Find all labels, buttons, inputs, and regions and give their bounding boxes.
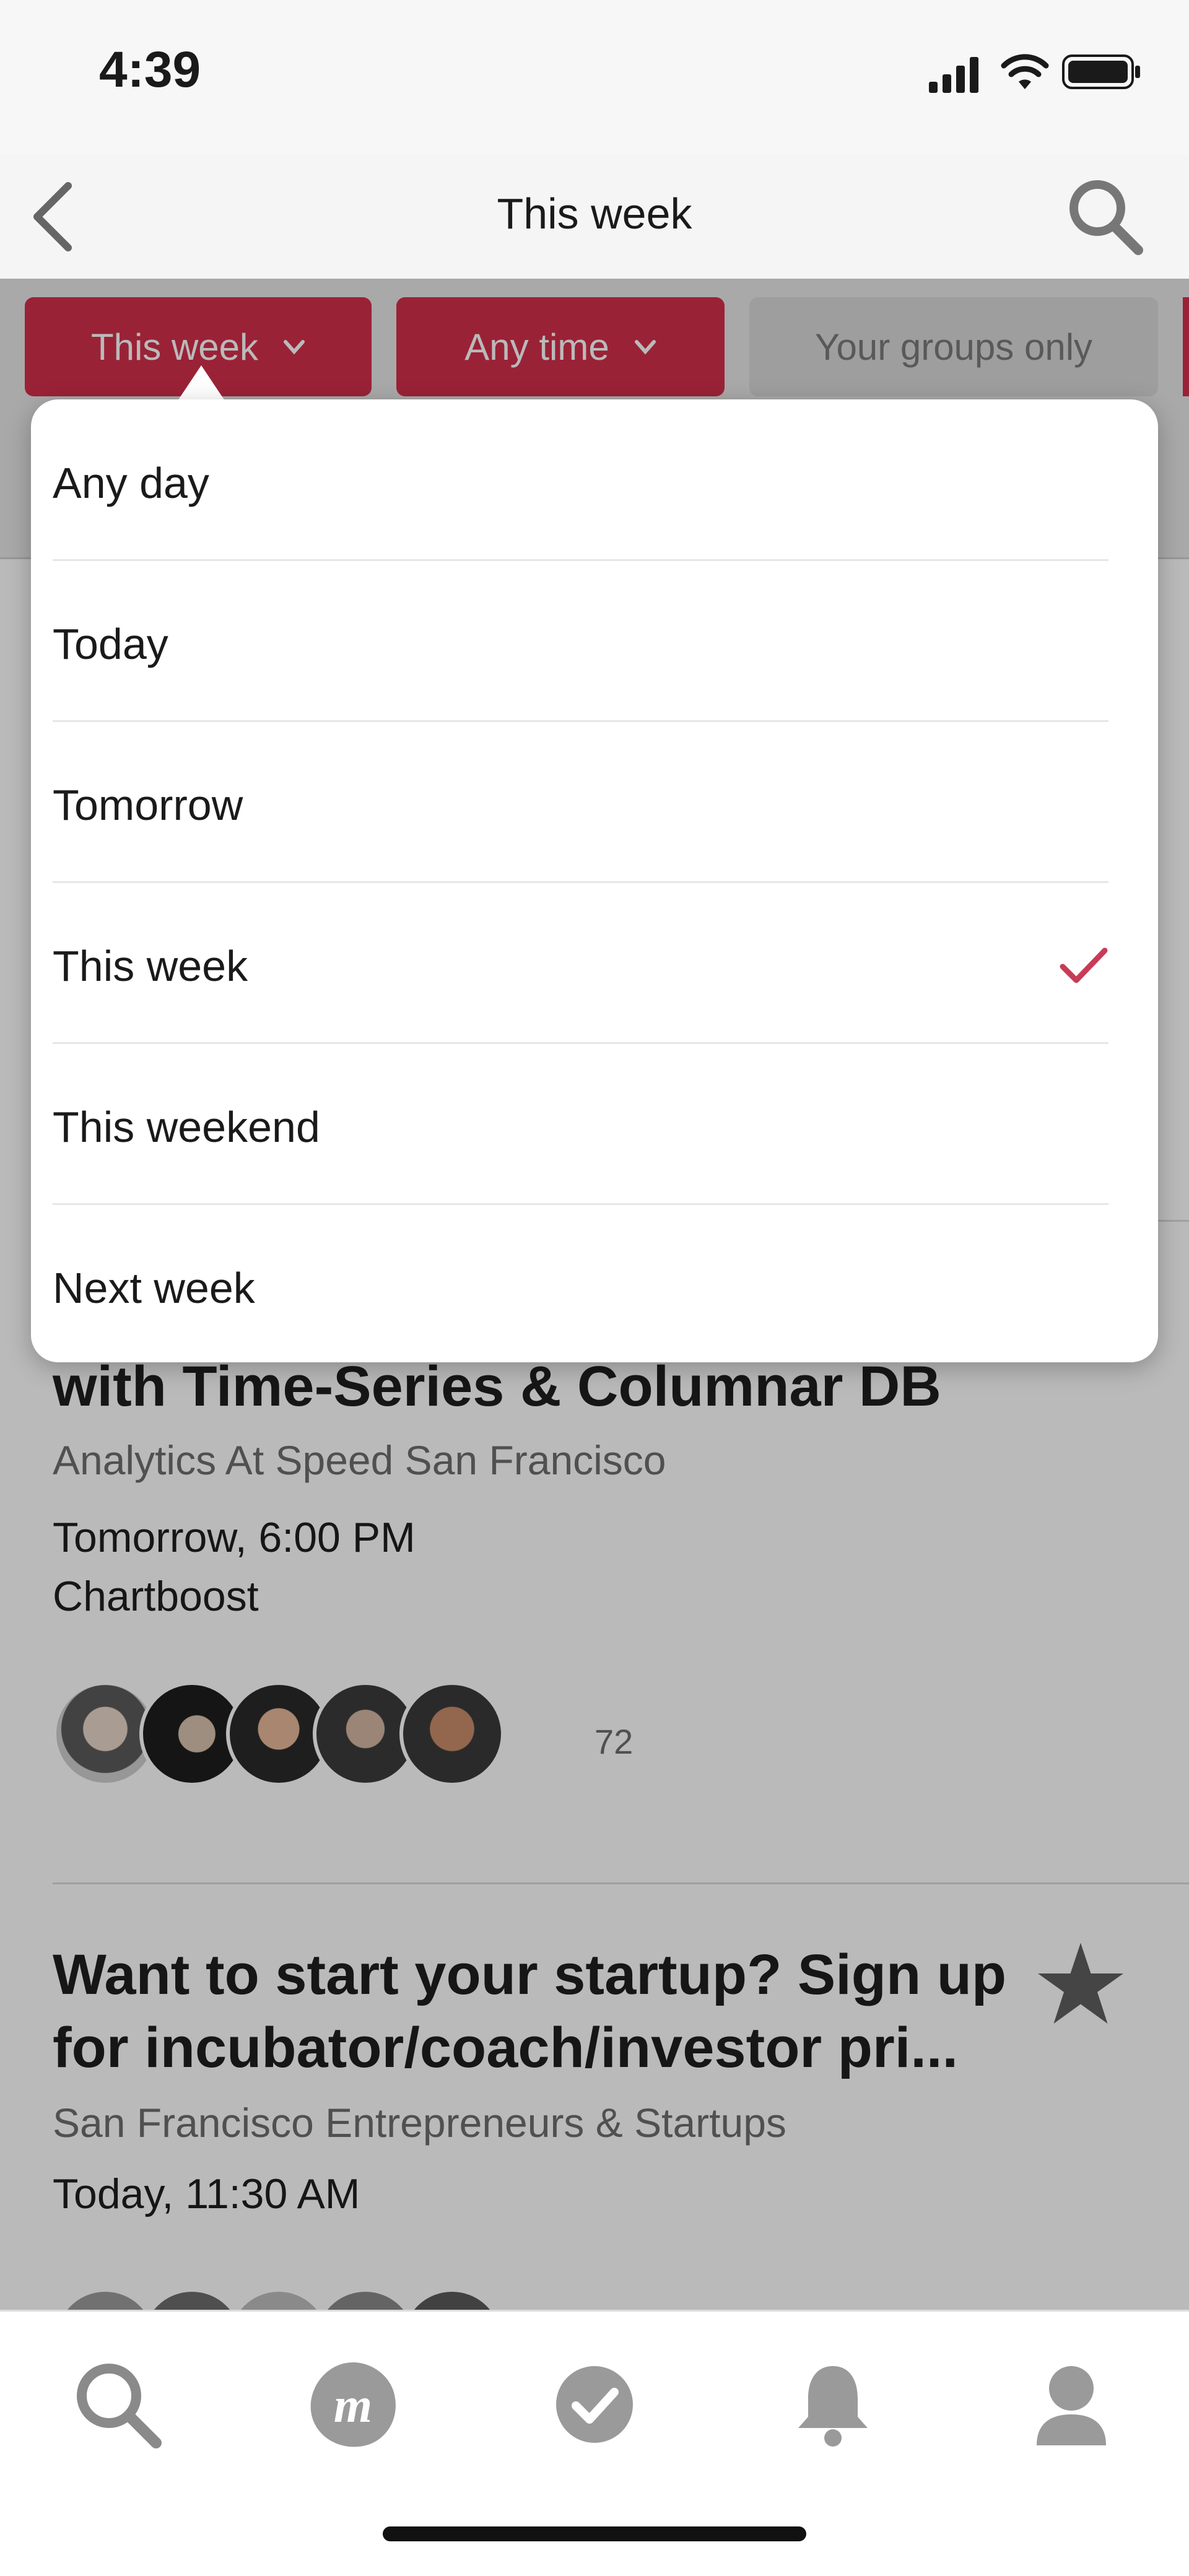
home-indicator — [383, 2526, 806, 2541]
option-today[interactable]: Today — [53, 564, 1108, 724]
signal-icon — [929, 57, 978, 93]
search-icon[interactable] — [1065, 173, 1146, 260]
check-circle-icon[interactable] — [545, 2355, 644, 2454]
option-any-day[interactable]: Any day — [53, 402, 1108, 564]
search-icon[interactable] — [68, 2355, 167, 2454]
option-label: Tomorrow — [53, 781, 243, 829]
status-time: 4:39 — [99, 41, 201, 98]
battery-icon — [1062, 54, 1140, 89]
divider — [53, 720, 1108, 722]
bell-icon[interactable] — [783, 2355, 882, 2454]
wifi-icon — [1001, 54, 1049, 89]
option-label: Any day — [53, 459, 209, 507]
profile-icon[interactable] — [1022, 2355, 1121, 2454]
divider — [53, 881, 1108, 883]
checkmark-icon — [1060, 947, 1108, 983]
dropdown-caret — [176, 365, 226, 402]
status-bar: 4:39 — [0, 0, 1189, 155]
divider — [53, 1203, 1108, 1205]
option-label: Next week — [53, 1264, 255, 1312]
option-this-week[interactable]: This week — [53, 886, 1108, 1046]
option-next-week[interactable]: Next week — [53, 1208, 1108, 1368]
nav-bar: This week — [0, 155, 1189, 281]
option-tomorrow[interactable]: Tomorrow — [53, 724, 1108, 886]
divider — [53, 559, 1108, 561]
divider — [53, 1042, 1108, 1044]
page-title: This week — [497, 189, 692, 238]
option-this-weekend[interactable]: This weekend — [53, 1046, 1108, 1208]
option-label: This week — [53, 942, 248, 990]
option-label: This weekend — [53, 1103, 320, 1151]
svg-text:m: m — [334, 2378, 372, 2433]
option-label: Today — [53, 620, 168, 668]
meetup-logo-icon[interactable]: m — [303, 2355, 403, 2454]
